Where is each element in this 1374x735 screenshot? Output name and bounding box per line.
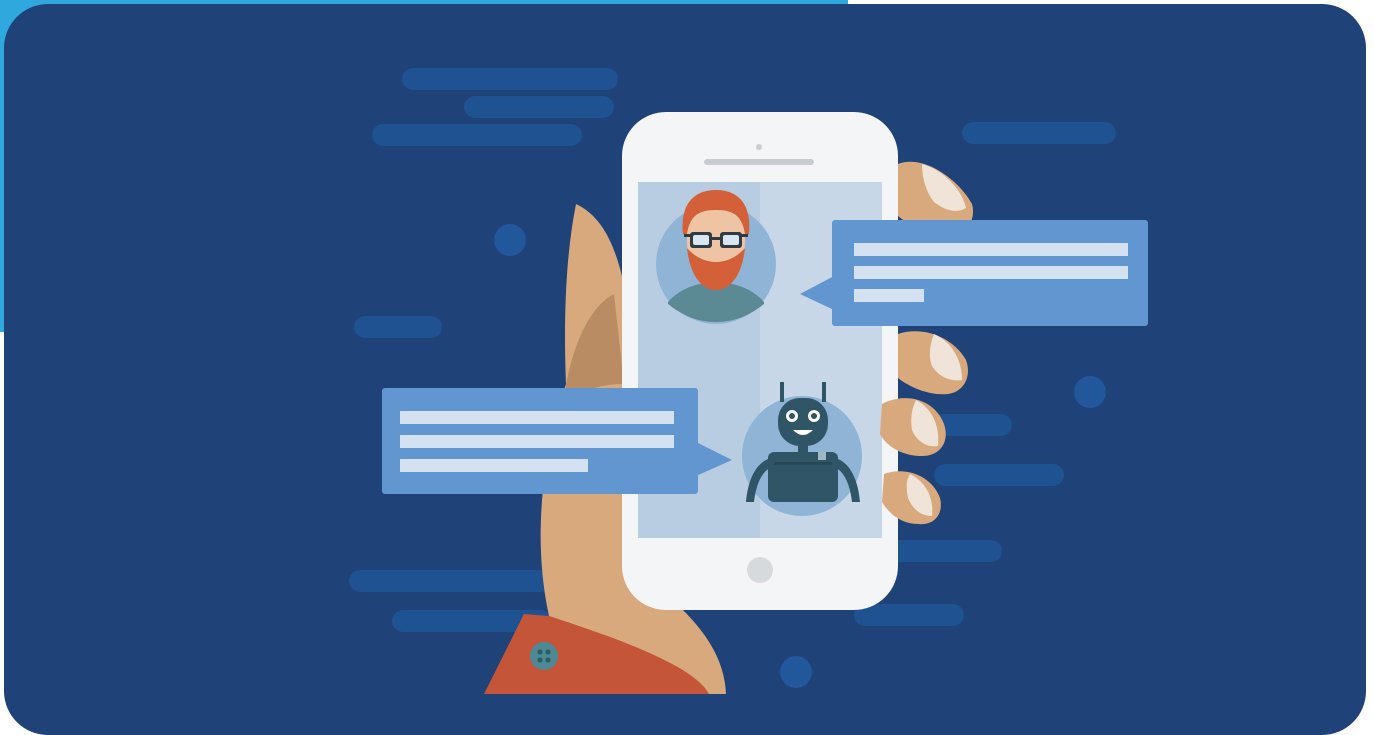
- sleeve-button: [530, 642, 558, 670]
- user-speech-bubble: [800, 220, 1148, 326]
- bot-message-line-1: [400, 411, 674, 424]
- sleeve-button-icon: [530, 642, 558, 670]
- chatbot-illustration-card: [4, 4, 1366, 735]
- phone-speaker: [704, 159, 814, 165]
- user-message-line-2: [854, 266, 1128, 279]
- user-message-line-3: [854, 289, 924, 302]
- bot-message-line-3: [400, 459, 588, 472]
- bot-speech-bubble: [382, 388, 732, 494]
- bot-message-line-2: [400, 435, 674, 448]
- phone-home-button: [747, 557, 773, 583]
- phone-camera: [756, 144, 762, 150]
- user-message-line-1: [854, 243, 1128, 256]
- smartphone: [622, 112, 898, 610]
- chatbot-illustration: [4, 4, 1366, 735]
